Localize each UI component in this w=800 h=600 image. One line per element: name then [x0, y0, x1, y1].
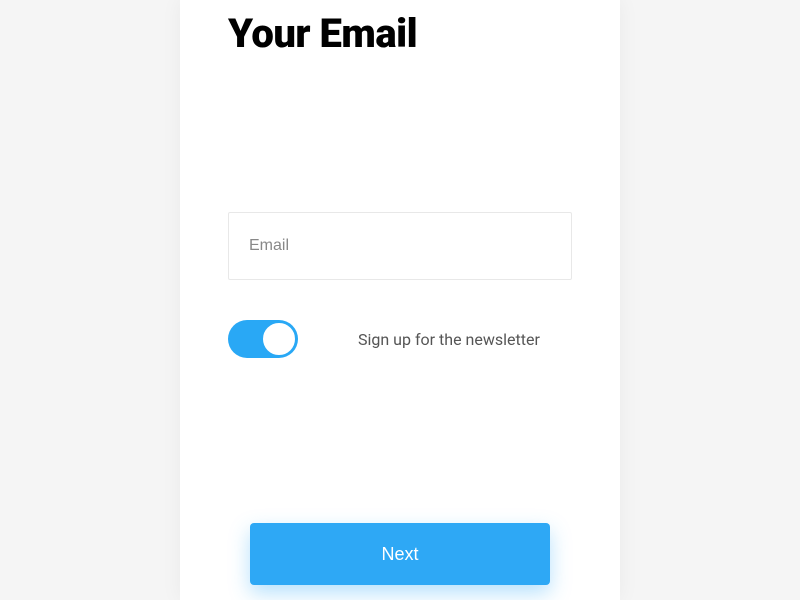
newsletter-row: Sign up for the newsletter — [228, 320, 572, 358]
email-field[interactable] — [228, 212, 572, 280]
newsletter-label: Sign up for the newsletter — [358, 330, 540, 349]
next-button[interactable]: Next — [250, 523, 550, 585]
email-form-card: Your Email Sign up for the newsletter Ne… — [180, 0, 620, 600]
newsletter-toggle[interactable] — [228, 320, 298, 358]
page-title: Your Email — [228, 10, 620, 57]
toggle-knob — [262, 322, 296, 356]
form-area: Sign up for the newsletter — [180, 212, 620, 358]
